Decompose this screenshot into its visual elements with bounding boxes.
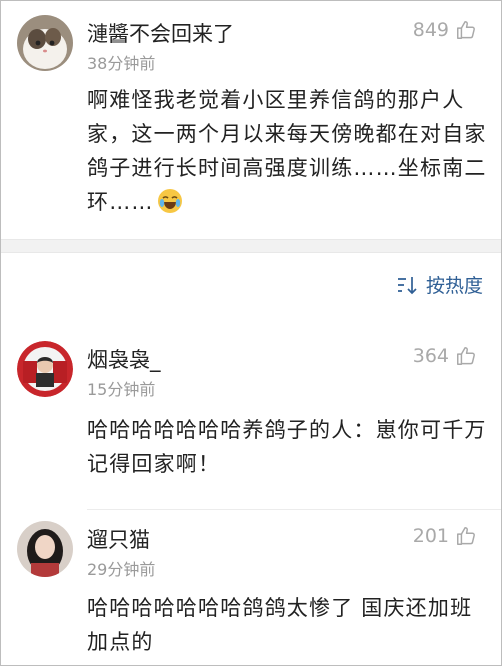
- sort-icon: [397, 276, 417, 294]
- avatar[interactable]: [17, 521, 73, 577]
- like-count: 201: [412, 525, 449, 547]
- timestamp: 38分钟前: [87, 54, 156, 73]
- comment-text-content: 啊难怪我老觉着小区里养信鸽的那户人家，这一两个月以来每天傍晚都在对自家鸽子进行长…: [87, 88, 487, 214]
- avatar[interactable]: [17, 15, 73, 71]
- thumbs-up-icon: [457, 21, 475, 39]
- thumbs-up-icon: [457, 347, 475, 365]
- comment-text: 啊难怪我老觉着小区里养信鸽的那户人家，这一两个月以来每天傍晚都在对自家鸽子进行长…: [87, 83, 487, 224]
- comment-text: 哈哈哈哈哈哈哈养鸽子的人：崽你可千万记得回家啊！: [87, 418, 487, 476]
- comment-text: 哈哈哈哈哈哈哈鸽鸽太惨了 国庆还加班加点的: [87, 596, 473, 654]
- like-button[interactable]: 364: [413, 345, 477, 367]
- divider: [87, 509, 501, 510]
- like-button[interactable]: 201: [413, 525, 477, 547]
- like-button[interactable]: 849: [413, 19, 477, 41]
- like-count: 849: [412, 19, 449, 41]
- sort-label: 按热度: [425, 275, 483, 297]
- timestamp: 29分钟前: [87, 560, 156, 579]
- thumbs-up-icon: [457, 527, 475, 545]
- like-count: 364: [412, 345, 449, 367]
- section-separator: [1, 239, 501, 253]
- username[interactable]: 遛只猫: [87, 524, 150, 554]
- avatar[interactable]: [17, 341, 73, 397]
- username[interactable]: 漣醬不会回来了: [87, 18, 234, 48]
- sort-by-hot-button[interactable]: 按热度: [396, 271, 483, 298]
- username[interactable]: 烟袅袅_: [87, 344, 161, 374]
- laughing-crying-emoji-icon: [157, 188, 183, 224]
- timestamp: 15分钟前: [87, 380, 156, 399]
